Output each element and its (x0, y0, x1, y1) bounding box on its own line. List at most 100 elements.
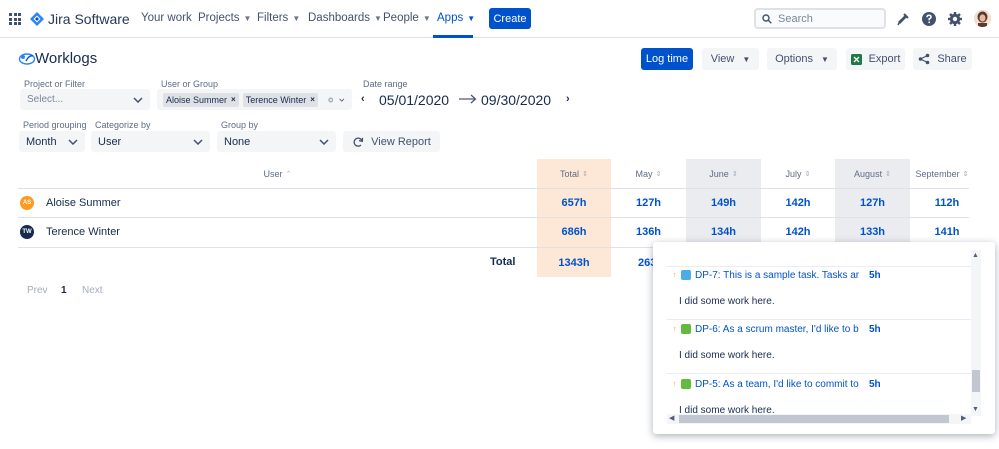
profile-avatar[interactable] (974, 10, 991, 27)
hours-cell[interactable]: 127h (835, 189, 910, 217)
share-button[interactable]: Share (913, 48, 972, 70)
chevron-down-icon: ▼ (292, 14, 301, 23)
search-field[interactable] (754, 8, 886, 29)
group-by-label: Group by (221, 120, 259, 130)
project-filter-placeholder: Select... (27, 94, 64, 105)
group-by-select[interactable]: None (217, 131, 336, 152)
vertical-scrollbar[interactable]: ▲ ▼ (971, 250, 981, 416)
active-nav-indicator (433, 35, 473, 38)
period-grouping-select[interactable]: Month (19, 131, 85, 152)
page-title: Worklogs (35, 50, 98, 67)
user-photo-icon (974, 10, 991, 27)
scroll-right-icon[interactable]: ▶ (961, 414, 966, 422)
help-icon[interactable] (921, 11, 937, 27)
excel-icon (850, 53, 862, 65)
scroll-left-icon[interactable]: ◀ (669, 414, 674, 422)
user-group-select[interactable]: Aloise Summer × Terence Winter × (157, 89, 352, 110)
options-label: Options (775, 53, 813, 65)
table-row-user[interactable]: AS Aloise Summer (20, 189, 121, 217)
nav-people[interactable]: People ▼ (383, 12, 431, 24)
previous-period-icon[interactable]: ‹ (361, 93, 365, 105)
log-time-button[interactable]: Log time (641, 48, 693, 70)
project-filter-select[interactable]: Select... (20, 89, 150, 110)
nav-dashboards[interactable]: Dashboards ▼ (308, 12, 382, 24)
user-chip: Terence Winter × (242, 92, 318, 107)
hours-cell[interactable]: 149h (686, 189, 761, 217)
view-report-label: View Report (371, 135, 431, 148)
search-input[interactable] (778, 12, 878, 25)
worklog-entry[interactable]: ↑ DP-7: This is a sample task. Tasks are… (673, 268, 933, 282)
nav-projects[interactable]: Projects ▼ (198, 12, 251, 24)
export-button[interactable]: Export (846, 48, 905, 70)
column-header-total[interactable]: Total ⇕ (537, 160, 611, 188)
refresh-icon (353, 137, 364, 147)
column-header-june[interactable]: June ⇕ (686, 160, 761, 188)
settings-gear-icon[interactable] (947, 11, 963, 27)
user-name: Aloise Summer (46, 197, 121, 209)
chevron-down-icon (319, 138, 329, 145)
view-menu-button[interactable]: View ▼ (702, 48, 759, 70)
issue-link[interactable]: DP-6: As a scrum master, I'd like to bre… (695, 324, 859, 335)
hours-cell[interactable]: 142h (761, 189, 835, 217)
project-filter-label: Project or Filter (24, 79, 86, 89)
app-switcher-icon[interactable] (9, 13, 21, 25)
sort-icon: ⇕ (804, 171, 811, 178)
entry-hours: 5h (869, 323, 881, 335)
date-to[interactable]: 09/30/2020 (481, 92, 551, 108)
column-header-september[interactable]: September ⇕ (910, 160, 974, 188)
scroll-up-icon[interactable]: ▲ (972, 252, 979, 259)
worklog-entry[interactable]: ↑ DP-5: As a team, I'd like to commit to… (673, 377, 933, 391)
view-report-button[interactable]: View Report (343, 131, 440, 152)
period-grouping-value: Month (26, 135, 57, 148)
product-home-link[interactable]: Jira Software (30, 10, 130, 28)
date-from[interactable]: 05/01/2020 (379, 92, 449, 108)
notifications-icon[interactable] (895, 11, 911, 27)
options-menu-button[interactable]: Options ▼ (767, 48, 837, 70)
pager-prev[interactable]: Prev (27, 285, 48, 296)
scroll-down-icon[interactable]: ▼ (972, 406, 979, 413)
pager-current-page[interactable]: 1 (61, 285, 67, 296)
date-range-label: Date range (363, 79, 408, 89)
table-row-user[interactable]: TW Terence Winter (20, 218, 120, 246)
entry-divider (667, 266, 981, 267)
jira-logo-icon (30, 12, 44, 26)
entry-divider (667, 319, 981, 320)
search-icon (762, 13, 772, 24)
horizontal-scrollbar[interactable]: ◀ ▶ (667, 414, 971, 424)
chevron-down-icon (339, 98, 345, 102)
remove-chip-icon[interactable]: × (231, 95, 236, 104)
nav-filters[interactable]: Filters ▼ (257, 12, 300, 24)
column-header-may[interactable]: May ⇕ (611, 160, 686, 188)
grand-total-cell[interactable]: 1343h (537, 249, 611, 277)
hours-cell[interactable]: 686h (537, 218, 611, 246)
issue-link[interactable]: DP-7: This is a sample task. Tasks are u… (695, 270, 859, 281)
pager-next[interactable]: Next (82, 285, 103, 296)
hours-cell[interactable]: 112h (910, 189, 984, 217)
nav-your-work[interactable]: Your work (141, 12, 192, 24)
create-button[interactable]: Create (489, 8, 531, 29)
hours-cell[interactable]: 127h (611, 189, 686, 217)
priority-icon: ↑ (673, 380, 677, 388)
chevron-down-icon (68, 138, 78, 145)
sort-icon: ⇕ (731, 171, 738, 178)
entry-hours: 5h (869, 378, 881, 390)
chevron-down-icon: ▼ (742, 54, 751, 64)
column-header-user[interactable]: User ⌃ (18, 160, 537, 188)
column-header-july[interactable]: July ⇕ (761, 160, 835, 188)
scrollbar-thumb[interactable] (972, 370, 980, 392)
view-label: View (710, 53, 735, 65)
user-group-label: User or Group (161, 79, 219, 89)
categorize-by-select[interactable]: User (91, 131, 210, 152)
clear-icon[interactable] (328, 95, 334, 105)
issue-link[interactable]: DP-5: As a team, I'd like to commit to a… (695, 379, 859, 390)
worklog-entry[interactable]: ↑ DP-6: As a scrum master, I'd like to b… (673, 322, 933, 336)
scrollbar-thumb[interactable] (679, 415, 949, 423)
chevron-down-icon: ▼ (374, 14, 382, 23)
next-period-icon[interactable]: › (566, 93, 570, 105)
remove-chip-icon[interactable]: × (310, 95, 315, 104)
column-header-august[interactable]: August ⇕ (835, 160, 910, 188)
categorize-by-label: Categorize by (95, 120, 151, 130)
nav-apps[interactable]: Apps ▼ (437, 12, 475, 24)
sort-icon: ⇕ (885, 171, 891, 178)
hours-cell[interactable]: 657h (537, 189, 611, 217)
